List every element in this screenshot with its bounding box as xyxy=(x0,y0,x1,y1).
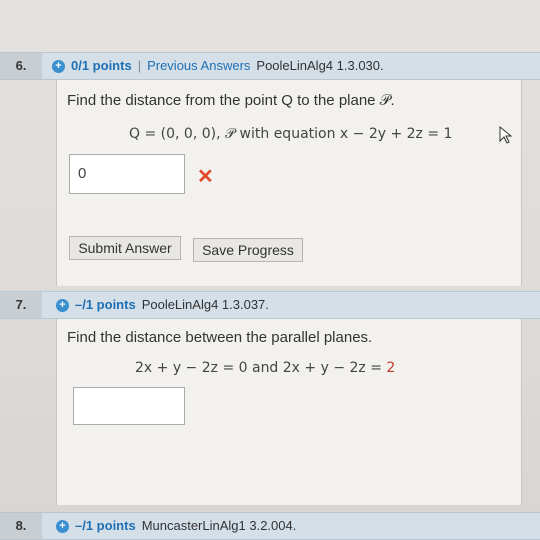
question-math: Q = (0, 0, 0), 𝒫 with equation x − 2y + … xyxy=(129,126,453,142)
question-7-header: 7. + –/1 points PooleLinAlg4 1.3.037. xyxy=(0,291,540,319)
mouse-cursor-icon xyxy=(499,125,513,149)
points-label: –/1 points xyxy=(75,297,136,312)
expand-plus-icon[interactable]: + xyxy=(56,520,69,534)
assignment-page: 6. +0/1 points | Previous Answers PooleLinA… xyxy=(0,0,540,540)
submit-answer-button[interactable]: Submit Answer xyxy=(69,236,181,260)
separator: | xyxy=(137,58,142,73)
points-label: 0/1 points xyxy=(71,58,132,73)
question-number: 6. xyxy=(0,53,42,79)
question-prompt: Find the distance from the point Q to th… xyxy=(67,92,395,109)
previous-answers-link[interactable]: Previous Answers xyxy=(147,58,250,73)
question-6-body: Find the distance from the point Q to th… xyxy=(56,80,522,286)
question-number: 7. xyxy=(0,292,42,318)
save-progress-button[interactable]: Save Progress xyxy=(193,238,303,262)
question-6-header: 6. +0/1 points | Previous Answers PooleLinA… xyxy=(0,52,540,80)
question-source: PooleLinAlg4 1.3.037. xyxy=(141,297,269,312)
question-prompt: Find the distance between the parallel p… xyxy=(67,329,373,346)
expand-plus-icon[interactable]: + xyxy=(52,60,65,74)
question-source: MuncasterLinAlg1 3.2.004. xyxy=(141,518,297,533)
question-7-body: Find the distance between the parallel p… xyxy=(56,319,522,505)
points-label: –/1 points xyxy=(75,518,136,533)
answer-input[interactable]: 0 xyxy=(69,154,185,194)
math-equations: 2x + y − 2z = 0 and 2x + y − 2z = xyxy=(135,360,387,376)
question-source: PooleLinAlg4 1.3.030. xyxy=(256,58,384,73)
question-math: 2x + y − 2z = 0 and 2x + y − 2z = 2 xyxy=(135,360,395,376)
x-mark-icon: ✕ xyxy=(197,166,214,188)
math-rhs-value: 2 xyxy=(386,360,396,376)
answer-input[interactable] xyxy=(73,387,185,425)
question-8-header: 8. + –/1 points MuncasterLinAlg1 3.2.004. xyxy=(0,512,540,540)
expand-plus-icon[interactable]: + xyxy=(56,299,69,313)
question-number: 8. xyxy=(0,513,42,539)
